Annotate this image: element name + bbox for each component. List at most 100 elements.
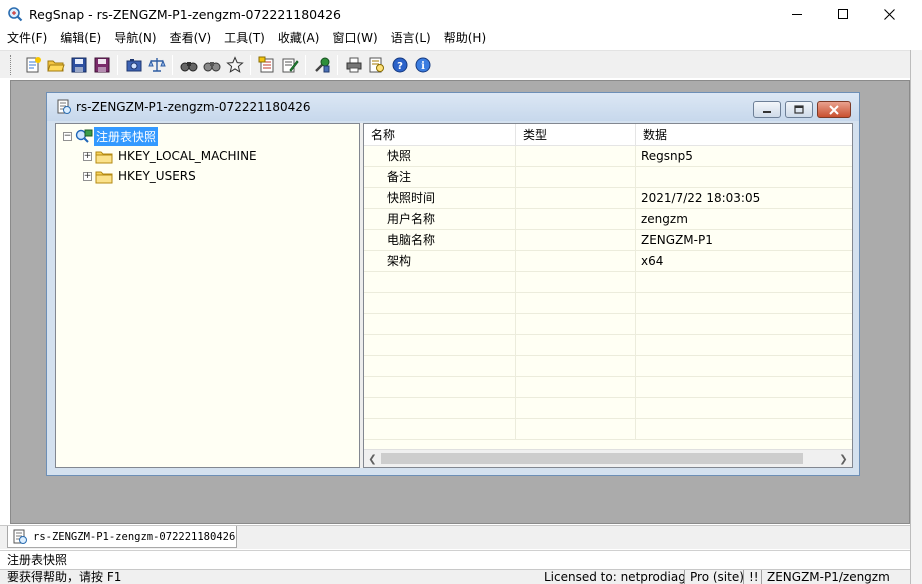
print-preview-button[interactable] — [365, 54, 388, 76]
menu-help[interactable]: 帮助(H) — [437, 28, 492, 49]
help-question-icon: ? — [392, 57, 407, 72]
snapshot-camera-button[interactable] — [122, 54, 145, 76]
registry-tree[interactable]: − 注册表快照 + HKEY_LOCAL_MACHINE + HKEY_USER… — [55, 123, 360, 468]
save-as-icon — [94, 57, 109, 72]
child-maximize-button[interactable] — [785, 101, 813, 118]
open-folder-icon — [46, 60, 65, 71]
tree-root-item[interactable]: − 注册表快照 — [63, 126, 159, 146]
snapshot-document-icon — [13, 529, 27, 544]
save-as-button[interactable] — [90, 54, 113, 76]
document-tab-label: rs-ZENGZM-P1-zengzm-072221180426 — [33, 530, 236, 543]
export-button[interactable] — [255, 54, 278, 76]
menu-language[interactable]: 语言(L) — [384, 28, 437, 49]
edition-status: Pro (site) — [684, 570, 744, 584]
list-row[interactable]: 快照 Regsnp5 — [364, 146, 852, 167]
empty-list-row — [364, 314, 852, 335]
save-button[interactable] — [67, 54, 90, 76]
menu-navigate[interactable]: 导航(N) — [107, 28, 162, 49]
minimize-icon — [763, 110, 771, 113]
column-header-type[interactable]: 类型 — [516, 124, 636, 146]
list-cell-name — [364, 272, 516, 293]
list-cell-data: ZENGZM-P1 — [641, 233, 713, 247]
close-icon — [883, 8, 895, 20]
list-cell-type — [516, 314, 636, 335]
list-row[interactable]: 用户名称 zengzm — [364, 209, 852, 230]
list-cell-data — [636, 167, 852, 188]
tools-button[interactable] — [310, 54, 333, 76]
expand-toggle[interactable]: + — [83, 151, 92, 161]
menu-file[interactable]: 文件(F) — [0, 28, 53, 49]
column-header-name[interactable]: 名称 — [364, 124, 516, 146]
tree-item-label: HKEY_LOCAL_MACHINE — [118, 149, 257, 163]
edit-notes-button[interactable] — [278, 54, 301, 76]
menu-edit[interactable]: 编辑(E) — [53, 28, 107, 49]
horizontal-scrollbar[interactable]: ❮ ❯ — [364, 449, 852, 467]
menu-tools[interactable]: 工具(T) — [217, 28, 271, 49]
toolbar-separator — [337, 54, 338, 75]
list-cell-type — [516, 293, 636, 314]
minimize-button[interactable] — [774, 0, 820, 28]
toolbar-grip[interactable] — [10, 54, 13, 75]
list-row[interactable]: 架构 x64 — [364, 251, 852, 272]
regsnap-app-icon — [8, 7, 23, 22]
list-row[interactable]: 快照时间 2021/7/22 18:03:05 — [364, 188, 852, 209]
list-row[interactable]: 电脑名称 ZENGZM-P1 — [364, 230, 852, 251]
license-status: Licensed to: netprodiag — [544, 570, 686, 584]
tree-item-hklm[interactable]: + HKEY_LOCAL_MACHINE — [83, 146, 259, 166]
find-button[interactable] — [177, 54, 200, 76]
maximize-button[interactable] — [820, 0, 866, 28]
close-button[interactable] — [866, 0, 912, 28]
compare-button[interactable] — [145, 54, 168, 76]
column-header-data[interactable]: 数据 — [636, 124, 852, 146]
open-button[interactable] — [44, 54, 67, 76]
scroll-right-arrow-icon[interactable]: ❯ — [835, 450, 852, 467]
document-tab-strip: rs-ZENGZM-P1-zengzm-072221180426 — [0, 525, 910, 549]
empty-list-row — [364, 272, 852, 293]
document-tab[interactable]: rs-ZENGZM-P1-zengzm-072221180426 — [7, 526, 237, 548]
collapse-toggle[interactable]: − — [63, 131, 72, 141]
list-row[interactable]: 备注 — [364, 167, 852, 188]
list-cell-data — [636, 293, 852, 314]
empty-list-row — [364, 419, 852, 440]
print-button[interactable] — [342, 54, 365, 76]
binoculars-icon — [180, 61, 197, 71]
list-cell-data — [636, 314, 852, 335]
scroll-left-arrow-icon[interactable]: ❮ — [364, 450, 381, 467]
list-cell-type — [516, 209, 636, 230]
list-cell-data — [636, 356, 852, 377]
close-icon — [829, 104, 839, 115]
child-client-area: − 注册表快照 + HKEY_LOCAL_MACHINE + HKEY_USER… — [55, 123, 853, 468]
list-cell-data — [636, 377, 852, 398]
find-next-button[interactable] — [200, 54, 223, 76]
list-cell-name — [364, 314, 516, 335]
help-button[interactable]: ? — [388, 54, 411, 76]
tools-icon — [314, 57, 329, 72]
tree-item-hku[interactable]: + HKEY_USERS — [83, 166, 198, 186]
menu-bar: 文件(F) 编辑(E) 导航(N) 查看(V) 工具(T) 收藏(A) 窗口(W… — [0, 28, 910, 49]
list-cell-name: 快照 — [364, 146, 516, 167]
background-window-edge — [910, 50, 922, 584]
child-title-bar[interactable]: rs-ZENGZM-P1-zengzm-072221180426 — [47, 93, 859, 121]
about-button[interactable]: i — [411, 54, 434, 76]
toolbar-separator — [172, 54, 173, 75]
export-report-icon — [258, 56, 273, 72]
values-list[interactable]: 名称 类型 数据 快照 Regsnp5 备注 快照时间 2021/7/22 18:03:… — [363, 123, 853, 468]
expand-toggle[interactable]: + — [83, 171, 92, 181]
favorite-button[interactable] — [223, 54, 246, 76]
empty-list-row — [364, 335, 852, 356]
new-snapshot-button[interactable] — [21, 54, 44, 76]
background-window-edge — [910, 28, 922, 50]
list-cell-data — [636, 398, 852, 419]
menu-favorites[interactable]: 收藏(A) — [271, 28, 326, 49]
child-minimize-button[interactable] — [753, 101, 781, 118]
list-cell-type — [516, 377, 636, 398]
snapshot-child-window: rs-ZENGZM-P1-zengzm-072221180426 − 注册表快照 — [46, 92, 860, 476]
user-status: ZENGZM-P1/zengzm — [761, 570, 890, 584]
toolbar: ? i — [0, 50, 910, 78]
scrollbar-thumb[interactable] — [381, 453, 803, 464]
list-cell-type — [516, 188, 636, 209]
menu-view[interactable]: 查看(V) — [163, 28, 218, 49]
child-close-button[interactable] — [817, 101, 851, 118]
menu-window[interactable]: 窗口(W) — [325, 28, 383, 49]
minimize-icon — [792, 14, 802, 15]
